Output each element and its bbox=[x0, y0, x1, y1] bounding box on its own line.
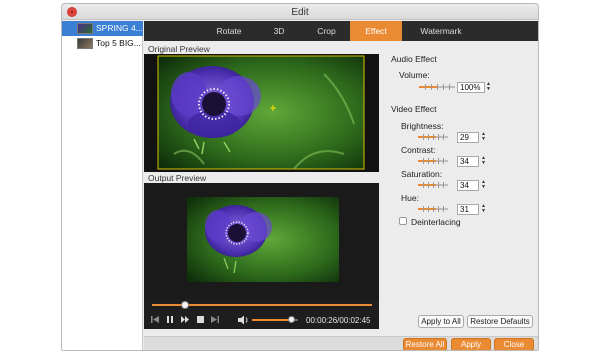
video-thumbnail bbox=[77, 23, 93, 34]
tab-bar: Rotate 3D Crop Effect Watermark bbox=[144, 21, 538, 41]
player-controls: 00:00:26/00:02:45 bbox=[144, 299, 379, 329]
file-name: SPRING 4... bbox=[96, 23, 143, 33]
file-item[interactable]: Top 5 BIG... bbox=[62, 36, 143, 51]
seek-bar[interactable] bbox=[152, 301, 372, 309]
flower-image bbox=[157, 55, 365, 170]
brightness-label: Brightness: bbox=[401, 121, 444, 131]
output-preview-label: Output Preview bbox=[148, 173, 207, 183]
apply-button[interactable]: Apply bbox=[451, 338, 491, 350]
tab-effect[interactable]: Effect bbox=[350, 21, 402, 41]
tab-rotate[interactable]: Rotate bbox=[204, 21, 254, 41]
deinterlacing-label: Deinterlacing bbox=[411, 217, 461, 227]
close-button[interactable]: Close bbox=[494, 338, 534, 350]
stop-icon[interactable] bbox=[197, 316, 204, 323]
stepper-icon[interactable]: ▲ ▼ bbox=[480, 204, 487, 215]
flower-image bbox=[187, 197, 339, 282]
brightness-slider[interactable] bbox=[418, 134, 448, 140]
audio-effect-title: Audio Effect bbox=[391, 54, 437, 64]
hue-field[interactable]: 31 bbox=[457, 204, 479, 215]
audio-volume-field[interactable]: 100% bbox=[457, 82, 485, 93]
file-name: Top 5 BIG... bbox=[96, 38, 141, 48]
tab-3d[interactable]: 3D bbox=[259, 21, 299, 41]
apply-to-all-button[interactable]: Apply to All bbox=[418, 315, 464, 328]
volume-handle[interactable] bbox=[288, 316, 296, 323]
stepper-icon[interactable]: ▲ ▼ bbox=[485, 82, 492, 93]
hue-label: Hue: bbox=[401, 193, 419, 203]
file-list: SPRING 4... Top 5 BIG... bbox=[62, 21, 143, 350]
saturation-field[interactable]: 34 bbox=[457, 180, 479, 191]
effect-settings: Audio Effect Volume: 100% ▲ ▼ Video Effec… bbox=[385, 42, 538, 334]
volume-slider[interactable] bbox=[252, 316, 298, 323]
volume-label: Volume: bbox=[399, 70, 430, 80]
window-title: Edit bbox=[291, 7, 309, 18]
output-preview bbox=[144, 183, 379, 299]
deinterlacing-checkbox[interactable] bbox=[399, 217, 407, 225]
stepper-icon[interactable]: ▲ ▼ bbox=[480, 180, 487, 191]
saturation-label: Saturation: bbox=[401, 169, 443, 179]
original-preview bbox=[144, 54, 379, 172]
video-thumbnail bbox=[77, 38, 93, 49]
contrast-field[interactable]: 34 bbox=[457, 156, 479, 167]
saturation-slider[interactable] bbox=[418, 182, 448, 188]
file-item[interactable]: SPRING 4... bbox=[62, 21, 143, 36]
stepper-icon[interactable]: ▲ ▼ bbox=[480, 156, 487, 167]
contrast-slider[interactable] bbox=[418, 158, 448, 164]
tab-watermark[interactable]: Watermark bbox=[406, 21, 476, 41]
stepper-icon[interactable]: ▲ ▼ bbox=[480, 132, 487, 143]
audio-volume-slider[interactable] bbox=[419, 84, 455, 90]
title-bar: Edit bbox=[62, 4, 538, 20]
tab-crop[interactable]: Crop bbox=[304, 21, 349, 41]
original-preview-label: Original Preview bbox=[148, 44, 210, 54]
transport-buttons bbox=[151, 316, 219, 323]
contrast-label: Contrast: bbox=[401, 145, 436, 155]
time-display: 00:00:26/00:02:45 bbox=[306, 316, 371, 325]
restore-defaults-button[interactable]: Restore Defaults bbox=[467, 315, 533, 328]
restore-all-button[interactable]: Restore All bbox=[403, 338, 447, 350]
next-icon[interactable] bbox=[211, 316, 219, 323]
seek-handle[interactable] bbox=[181, 301, 189, 309]
edit-window: Edit SPRING 4... Top 5 BIG... Rotate 3D … bbox=[61, 3, 539, 351]
brightness-field[interactable]: 29 bbox=[457, 132, 479, 143]
video-effect-title: Video Effect bbox=[391, 104, 437, 114]
volume-icon[interactable] bbox=[237, 314, 249, 326]
forward-icon[interactable] bbox=[181, 316, 189, 323]
hue-slider[interactable] bbox=[418, 206, 448, 212]
prev-icon[interactable] bbox=[151, 316, 159, 323]
pause-icon[interactable] bbox=[167, 316, 173, 323]
